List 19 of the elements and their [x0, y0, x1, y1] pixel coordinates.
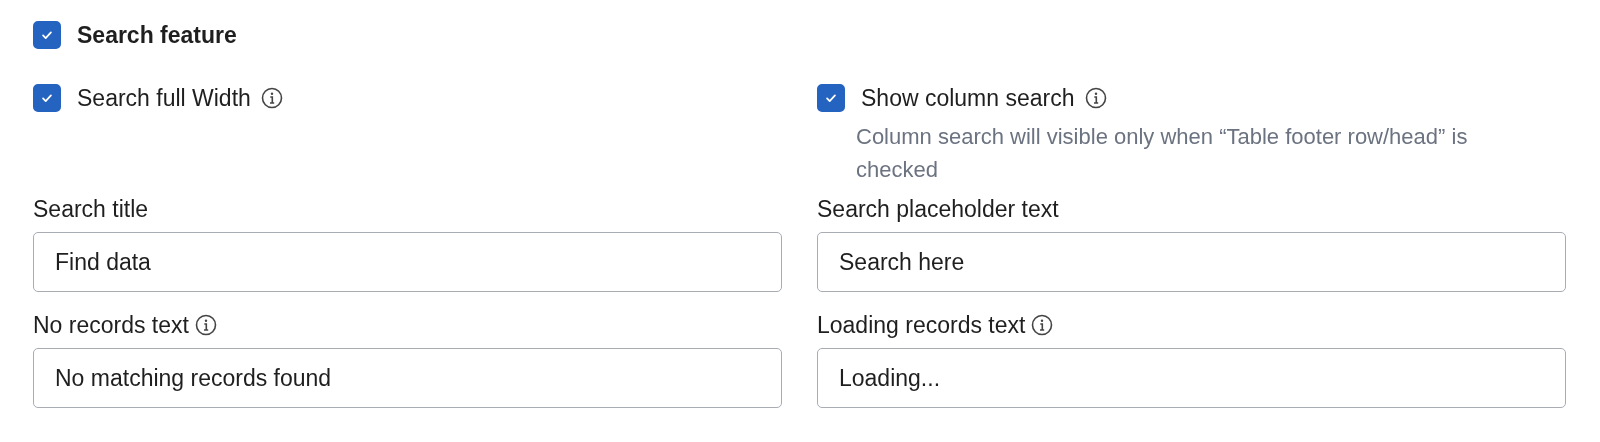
info-icon[interactable] — [1084, 87, 1107, 109]
info-icon[interactable] — [1031, 314, 1054, 336]
checkbox-label: Show column search — [861, 84, 1075, 112]
input-field[interactable]: Search here — [817, 232, 1566, 292]
field-label: No records text — [33, 311, 189, 339]
input-field[interactable]: Find data — [33, 232, 782, 292]
input-field[interactable]: No matching records found — [33, 348, 782, 408]
info-icon[interactable] — [260, 87, 283, 109]
field-label: Search placeholder text — [817, 195, 1059, 223]
input-field[interactable]: Loading... — [817, 348, 1566, 408]
checkbox[interactable] — [33, 84, 61, 112]
info-icon[interactable] — [194, 314, 217, 336]
help-text: Column search will visible only when “Table footer row/head” is checked — [856, 123, 1469, 184]
checkbox-label: Search full Width — [77, 84, 251, 112]
checkbox[interactable] — [817, 84, 845, 112]
checkbox[interactable] — [33, 21, 61, 49]
field-label: Loading records text — [817, 311, 1026, 339]
field-label: Search title — [33, 195, 149, 223]
section-title: Search feature — [77, 21, 237, 49]
